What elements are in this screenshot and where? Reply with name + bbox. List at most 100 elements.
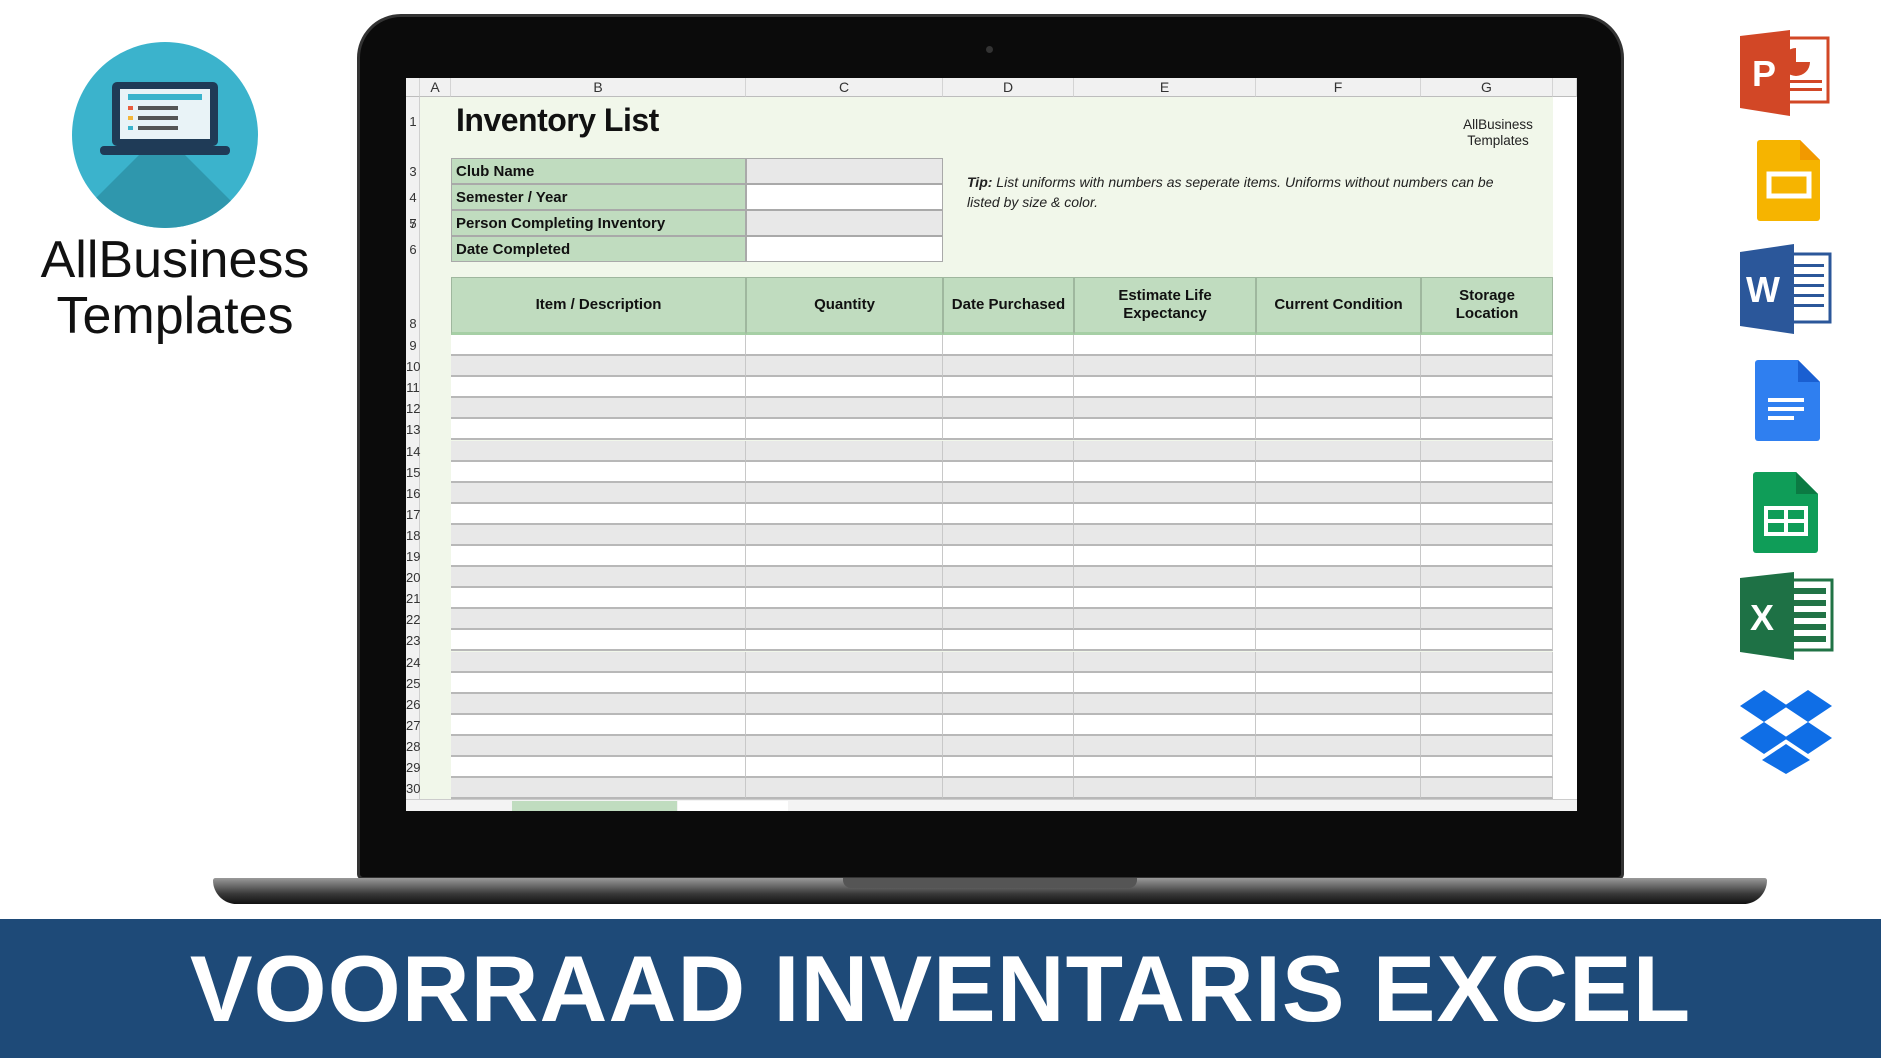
table-column-header[interactable]: Estimate Life Expectancy: [1074, 277, 1256, 335]
table-cell[interactable]: [943, 377, 1074, 399]
table-cell[interactable]: [746, 419, 943, 441]
table-cell[interactable]: [1421, 693, 1553, 715]
table-cell[interactable]: [746, 778, 943, 800]
row-number[interactable]: 6: [406, 242, 420, 257]
table-cell[interactable]: [451, 609, 746, 631]
row-number[interactable]: 21: [406, 591, 420, 606]
column-header[interactable]: A: [420, 78, 451, 97]
column-header[interactable]: E: [1074, 78, 1256, 97]
table-cell[interactable]: [746, 714, 943, 736]
table-cell[interactable]: [1421, 524, 1553, 546]
row-number[interactable]: 10: [406, 359, 420, 374]
column-header[interactable]: C: [746, 78, 943, 97]
table-cell[interactable]: [1421, 461, 1553, 483]
column-header[interactable]: F: [1256, 78, 1421, 97]
table-cell[interactable]: [1256, 440, 1421, 462]
table-cell[interactable]: [1074, 503, 1256, 525]
table-cell[interactable]: [1256, 714, 1421, 736]
row-number[interactable]: 11: [406, 380, 420, 395]
table-cell[interactable]: [451, 356, 746, 378]
row-number[interactable]: 30: [406, 781, 420, 796]
table-cell[interactable]: [451, 778, 746, 800]
table-cell[interactable]: [1074, 356, 1256, 378]
table-cell[interactable]: [746, 524, 943, 546]
table-cell[interactable]: [943, 630, 1074, 652]
table-cell[interactable]: [746, 672, 943, 694]
table-cell[interactable]: [451, 546, 746, 567]
table-cell[interactable]: [746, 588, 943, 610]
table-cell[interactable]: [943, 461, 1074, 483]
table-cell[interactable]: [1421, 398, 1553, 420]
table-cell[interactable]: [943, 651, 1074, 673]
table-cell[interactable]: [943, 757, 1074, 778]
row-number[interactable]: 18: [406, 528, 420, 543]
row-number[interactable]: 17: [406, 507, 420, 522]
table-cell[interactable]: [746, 567, 943, 589]
table-cell[interactable]: [1421, 419, 1553, 441]
table-cell[interactable]: [943, 440, 1074, 462]
table-cell[interactable]: [1074, 714, 1256, 736]
row-number[interactable]: 15: [406, 465, 420, 480]
row-number[interactable]: 19: [406, 549, 420, 564]
table-cell[interactable]: [1421, 503, 1553, 525]
info-value-cell[interactable]: [746, 236, 943, 262]
row-number[interactable]: 22: [406, 612, 420, 627]
row-number[interactable]: 28: [406, 739, 420, 754]
table-cell[interactable]: [1256, 588, 1421, 610]
table-cell[interactable]: [1074, 778, 1256, 800]
table-cell[interactable]: [1421, 567, 1553, 589]
table-cell[interactable]: [1421, 377, 1553, 399]
table-cell[interactable]: [746, 630, 943, 652]
table-cell[interactable]: [943, 693, 1074, 715]
table-cell[interactable]: [746, 693, 943, 715]
table-column-header[interactable]: Item / Description: [451, 277, 746, 335]
table-cell[interactable]: [451, 461, 746, 483]
table-cell[interactable]: [1256, 651, 1421, 673]
table-column-header[interactable]: Quantity: [746, 277, 943, 335]
table-cell[interactable]: [943, 335, 1074, 356]
table-cell[interactable]: [1074, 757, 1256, 778]
row-number[interactable]: 14: [406, 444, 420, 459]
table-cell[interactable]: [1256, 398, 1421, 420]
row-number[interactable]: 13: [406, 422, 420, 437]
info-value-cell[interactable]: [746, 158, 943, 184]
row-number[interactable]: 9: [406, 338, 420, 353]
table-cell[interactable]: [746, 757, 943, 778]
table-cell[interactable]: [1256, 567, 1421, 589]
table-cell[interactable]: [746, 461, 943, 483]
table-column-header[interactable]: Date Purchased: [943, 277, 1074, 335]
row-number[interactable]: 25: [406, 676, 420, 691]
column-header[interactable]: D: [943, 78, 1074, 97]
table-cell[interactable]: [451, 651, 746, 673]
table-cell[interactable]: [943, 356, 1074, 378]
table-cell[interactable]: [943, 609, 1074, 631]
row-number[interactable]: 23: [406, 633, 420, 648]
table-cell[interactable]: [1074, 461, 1256, 483]
table-cell[interactable]: [943, 672, 1074, 694]
table-cell[interactable]: [1421, 356, 1553, 378]
table-cell[interactable]: [451, 377, 746, 399]
table-cell[interactable]: [1256, 377, 1421, 399]
info-value-cell[interactable]: [746, 184, 943, 210]
table-cell[interactable]: [1256, 356, 1421, 378]
table-cell[interactable]: [746, 503, 943, 525]
table-cell[interactable]: [1256, 503, 1421, 525]
table-cell[interactable]: [1421, 778, 1553, 800]
sheet-tab-active[interactable]: [512, 801, 677, 811]
row-number[interactable]: 3: [406, 164, 420, 179]
table-cell[interactable]: [451, 693, 746, 715]
table-cell[interactable]: [1421, 546, 1553, 567]
table-cell[interactable]: [1074, 609, 1256, 631]
table-cell[interactable]: [1421, 735, 1553, 757]
table-cell[interactable]: [451, 335, 746, 356]
table-cell[interactable]: [746, 651, 943, 673]
table-cell[interactable]: [1421, 672, 1553, 694]
table-cell[interactable]: [1421, 714, 1553, 736]
table-cell[interactable]: [451, 714, 746, 736]
table-cell[interactable]: [746, 546, 943, 567]
table-cell[interactable]: [1256, 693, 1421, 715]
table-cell[interactable]: [943, 735, 1074, 757]
row-number[interactable]: 24: [406, 655, 420, 670]
table-cell[interactable]: [1421, 651, 1553, 673]
table-cell[interactable]: [451, 524, 746, 546]
